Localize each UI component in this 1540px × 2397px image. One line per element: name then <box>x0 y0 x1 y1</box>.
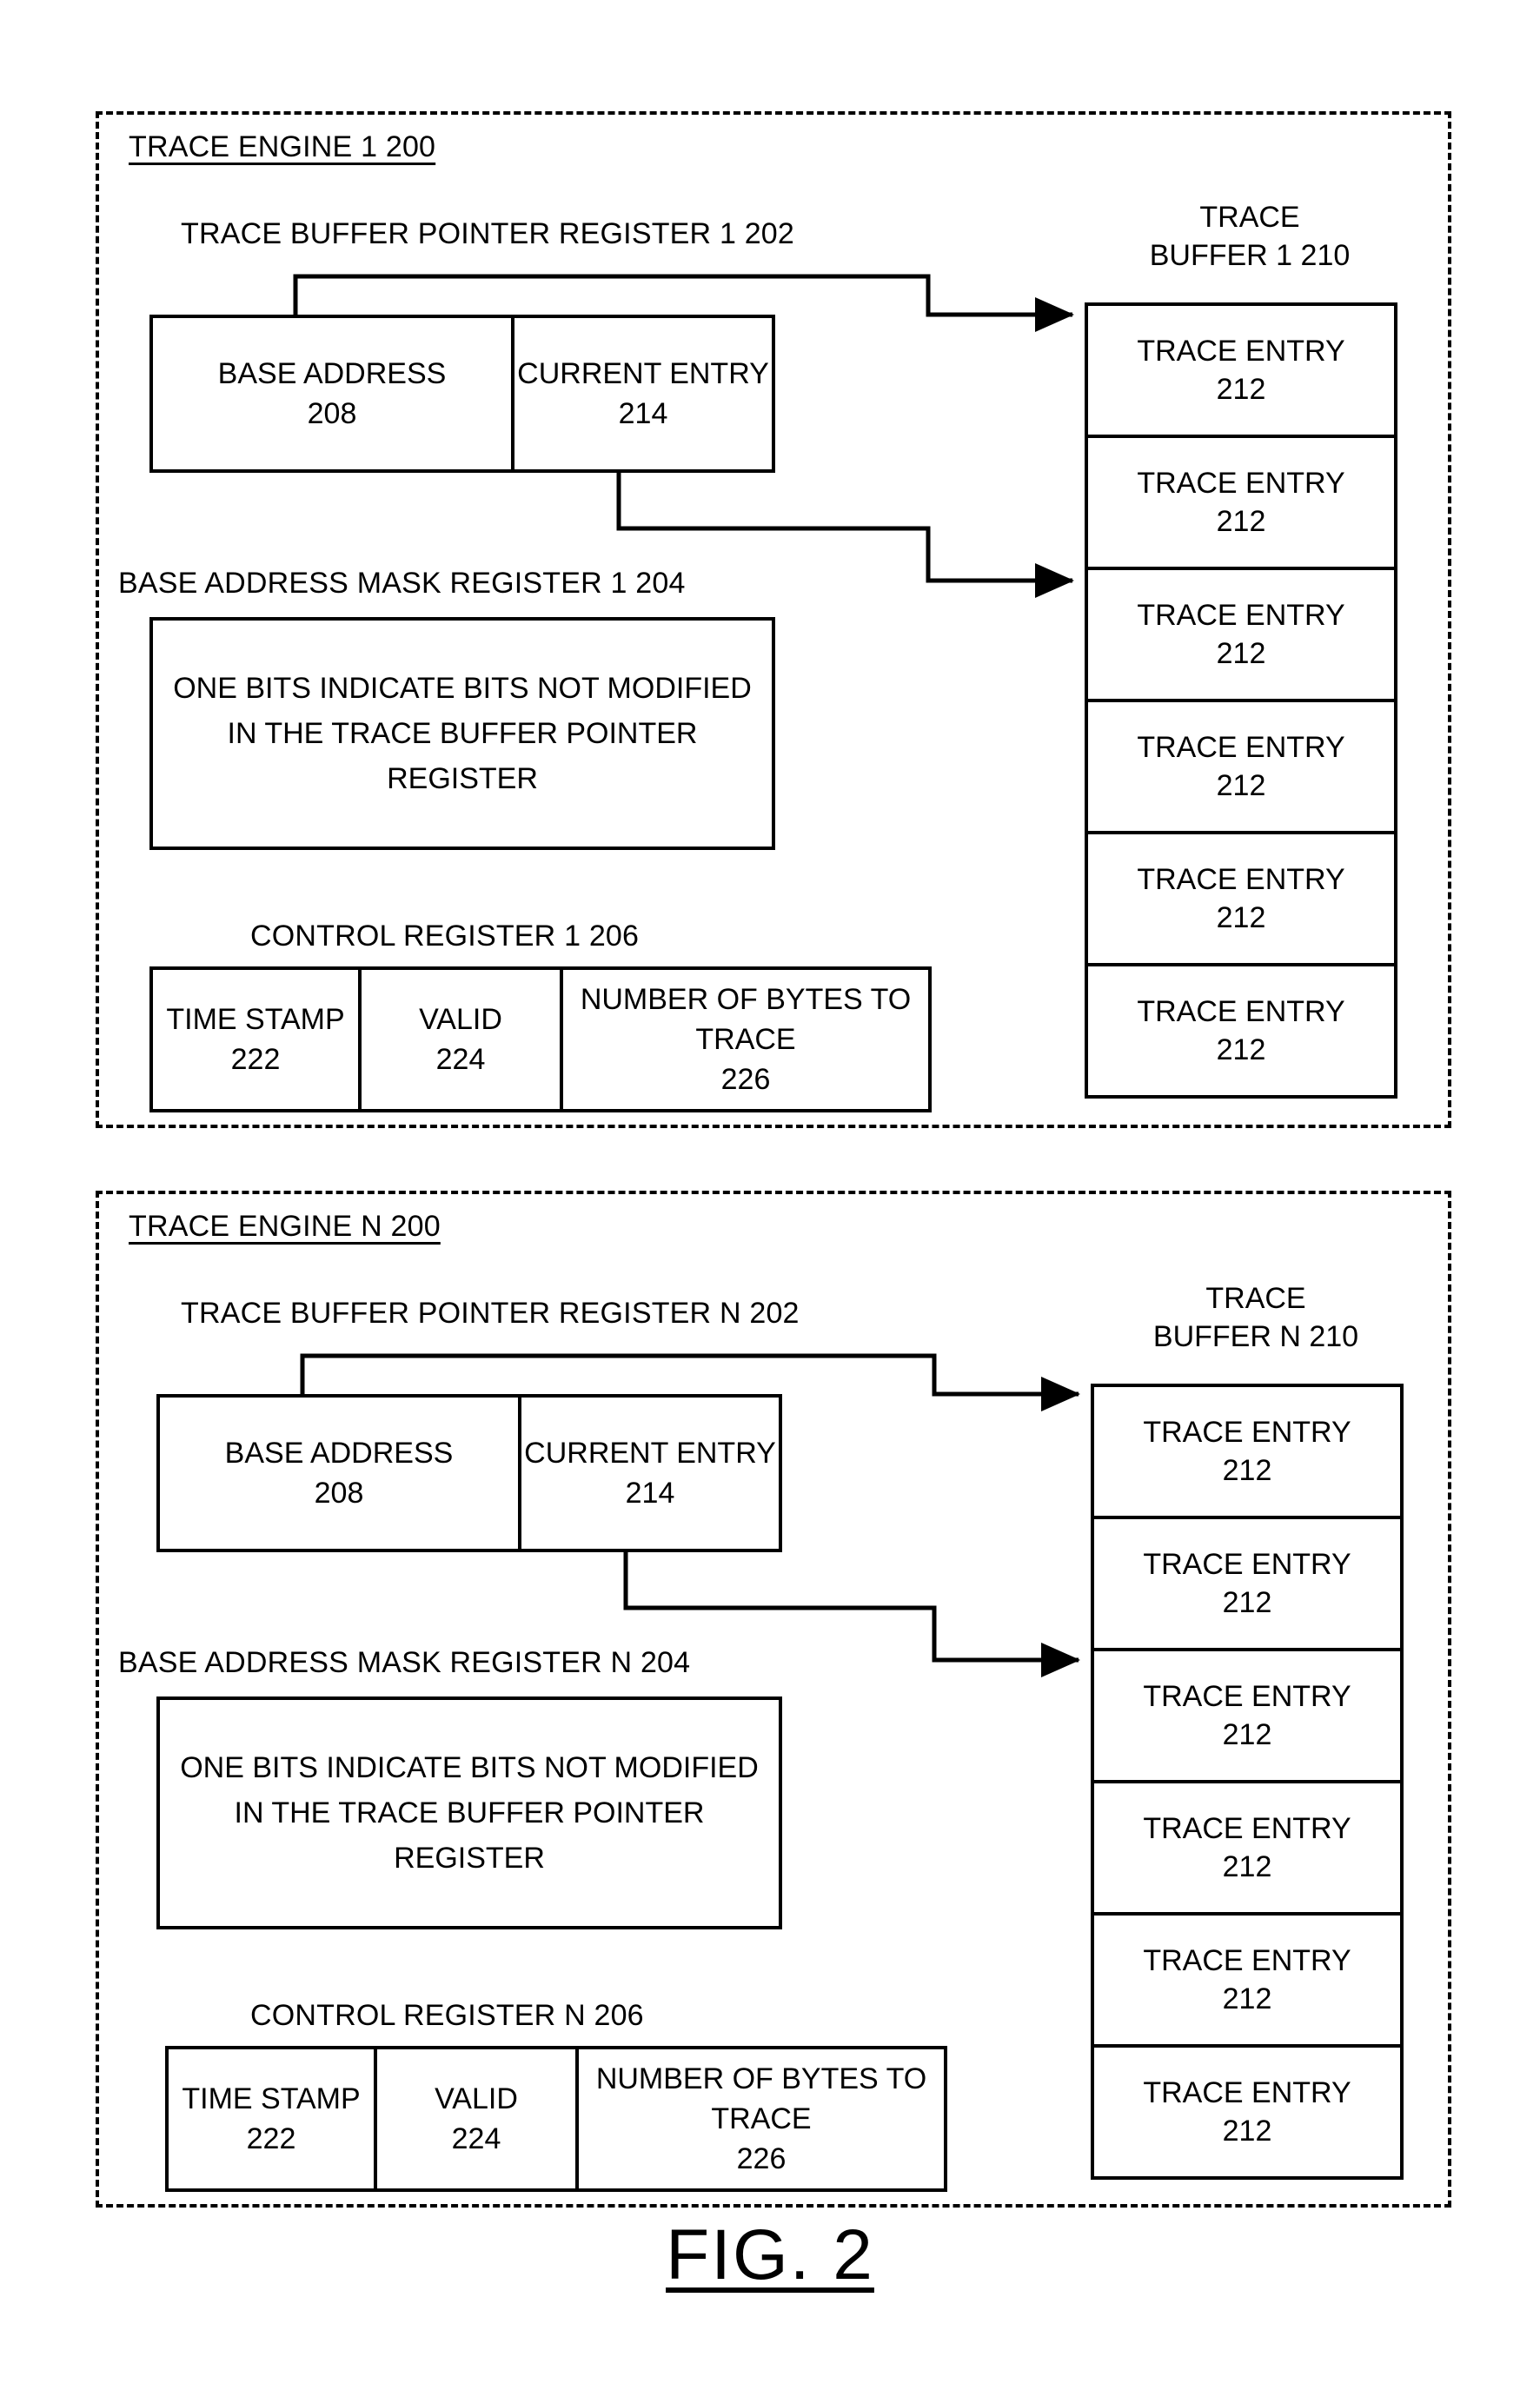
current-entry-field-1: CURRENT ENTRY 214 <box>511 318 772 469</box>
time-stamp-field-1-text: TIME STAMP 222 <box>166 1003 345 1076</box>
base-address-mask-register-n-caption: BASE ADDRESS MASK REGISTER N 204 <box>118 1646 691 1679</box>
base-address-mask-register-n-body: ONE BITS INDICATE BITS NOT MODIFIED IN T… <box>180 1751 759 1875</box>
trace-entry-text: TRACE ENTRY 212 <box>1137 993 1344 1069</box>
base-address-mask-register-1-box: ONE BITS INDICATE BITS NOT MODIFIED IN T… <box>149 617 775 850</box>
trace-entry-text: TRACE ENTRY 212 <box>1137 860 1344 937</box>
trace-entry-ref: 212 <box>1216 769 1266 802</box>
time-stamp-field-1: TIME STAMP 222 <box>153 970 358 1109</box>
trace-entry: TRACE ENTRY 212 <box>1091 1912 1404 2048</box>
trace-entry-text: TRACE ENTRY 212 <box>1143 1677 1351 1754</box>
trace-entry: TRACE ENTRY 212 <box>1091 1384 1404 1519</box>
trace-buffer-n-caption-line1: TRACE <box>1205 1282 1306 1315</box>
figure-caption: FIG. 2 <box>666 2215 874 2294</box>
time-stamp-field-n-text: TIME STAMP 222 <box>182 2082 361 2155</box>
trace-buffer-pointer-register-1-box: BASE ADDRESS 208 CURRENT ENTRY 214 <box>149 315 775 473</box>
valid-field-n-text: VALID 224 <box>435 2082 518 2155</box>
trace-entry-text: TRACE ENTRY 212 <box>1143 1942 1351 2018</box>
valid-field-1: VALID 224 <box>358 970 560 1109</box>
trace-entry-label: TRACE ENTRY <box>1137 335 1345 368</box>
trace-entry-ref: 212 <box>1222 1718 1272 1751</box>
valid-field-n: VALID 224 <box>374 2049 575 2188</box>
trace-buffer-n-stack: TRACE ENTRY 212 TRACE ENTRY 212 TRACE ENTRY 2… <box>1091 1384 1404 2180</box>
trace-entry-ref: 212 <box>1216 505 1266 538</box>
trace-entry-label: TRACE ENTRY <box>1143 1944 1351 1977</box>
control-register-n-box: TIME STAMP 222 VALID 224 NUMBER OF BYTES T… <box>165 2046 947 2192</box>
base-address-field-n-text: BASE ADDRESS 208 <box>224 1437 454 1510</box>
trace-entry-text: TRACE ENTRY 212 <box>1137 728 1344 805</box>
trace-buffer-1-caption-line1: TRACE <box>1199 201 1300 234</box>
trace-entry: TRACE ENTRY 212 <box>1091 2044 1404 2180</box>
trace-entry: TRACE ENTRY 212 <box>1091 1780 1404 1916</box>
trace-entry-ref: 212 <box>1222 2115 1272 2148</box>
trace-entry-label: TRACE ENTRY <box>1137 995 1345 1028</box>
trace-entry: TRACE ENTRY 212 <box>1085 302 1397 438</box>
trace-entry-ref: 212 <box>1216 901 1266 934</box>
trace-entry: TRACE ENTRY 212 <box>1091 1648 1404 1783</box>
trace-entry-text: TRACE ENTRY 212 <box>1137 596 1344 673</box>
trace-entry-label: TRACE ENTRY <box>1137 467 1345 500</box>
trace-entry-text: TRACE ENTRY 212 <box>1143 2074 1351 2150</box>
time-stamp-field-n: TIME STAMP 222 <box>169 2049 374 2188</box>
base-address-field-n: BASE ADDRESS 208 <box>160 1398 518 1549</box>
base-address-field-1-text: BASE ADDRESS 208 <box>217 357 447 430</box>
trace-entry-ref: 212 <box>1216 373 1266 406</box>
number-of-bytes-to-trace-field-1: NUMBER OF BYTES TO TRACE 226 <box>560 970 928 1109</box>
trace-entry-label: TRACE ENTRY <box>1143 1812 1351 1845</box>
number-of-bytes-to-trace-field-n-text: NUMBER OF BYTES TO TRACE 226 <box>595 2062 927 2175</box>
trace-entry-ref: 212 <box>1222 1850 1272 1883</box>
trace-entry-label: TRACE ENTRY <box>1143 1680 1351 1713</box>
control-register-1-caption: CONTROL REGISTER 1 206 <box>250 920 640 953</box>
number-of-bytes-to-trace-field-1-text: NUMBER OF BYTES TO TRACE 226 <box>580 983 912 1096</box>
trace-buffer-n-caption-line2: BUFFER N 210 <box>1152 1320 1359 1353</box>
trace-entry: TRACE ENTRY 212 <box>1085 435 1397 570</box>
trace-entry-text: TRACE ENTRY 212 <box>1143 1413 1351 1490</box>
base-address-mask-register-n-box: ONE BITS INDICATE BITS NOT MODIFIED IN T… <box>156 1696 782 1929</box>
trace-entry: TRACE ENTRY 212 <box>1085 567 1397 702</box>
trace-entry: TRACE ENTRY 212 <box>1091 1516 1404 1651</box>
trace-entry-ref: 212 <box>1216 637 1266 670</box>
trace-entry: TRACE ENTRY 212 <box>1085 963 1397 1099</box>
control-register-n-caption: CONTROL REGISTER N 206 <box>250 1999 644 2032</box>
trace-buffer-pointer-register-1-caption: TRACE BUFFER POINTER REGISTER 1 202 <box>181 217 795 250</box>
trace-entry-label: TRACE ENTRY <box>1143 1416 1351 1449</box>
trace-buffer-pointer-register-n-box: BASE ADDRESS 208 CURRENT ENTRY 214 <box>156 1394 782 1552</box>
trace-entry-label: TRACE ENTRY <box>1137 731 1345 764</box>
trace-entry-label: TRACE ENTRY <box>1137 863 1345 896</box>
base-address-mask-register-1-body: ONE BITS INDICATE BITS NOT MODIFIED IN T… <box>173 672 752 795</box>
trace-entry-label: TRACE ENTRY <box>1143 2076 1351 2109</box>
number-of-bytes-to-trace-field-n: NUMBER OF BYTES TO TRACE 226 <box>575 2049 944 2188</box>
current-entry-field-1-text: CURRENT ENTRY 214 <box>517 357 769 430</box>
base-address-mask-register-1-caption: BASE ADDRESS MASK REGISTER 1 204 <box>118 567 686 600</box>
trace-buffer-n-caption: TRACE BUFFER N 210 <box>1091 1279 1421 1356</box>
trace-buffer-1-stack: TRACE ENTRY 212 TRACE ENTRY 212 TRACE ENTRY 2… <box>1085 302 1397 1099</box>
trace-entry-text: TRACE ENTRY 212 <box>1143 1545 1351 1622</box>
trace-entry-text: TRACE ENTRY 212 <box>1137 332 1344 408</box>
current-entry-field-n-text: CURRENT ENTRY 214 <box>524 1437 776 1510</box>
trace-entry-ref: 212 <box>1216 1033 1266 1066</box>
trace-engine-n-title: TRACE ENGINE N 200 <box>129 1210 441 1243</box>
base-address-field-1: BASE ADDRESS 208 <box>153 318 511 469</box>
current-entry-field-n: CURRENT ENTRY 214 <box>518 1398 779 1549</box>
trace-buffer-1-caption: TRACE BUFFER 1 210 <box>1085 198 1415 275</box>
trace-engine-1-title: TRACE ENGINE 1 200 <box>129 130 436 163</box>
trace-entry-ref: 212 <box>1222 1586 1272 1619</box>
trace-entry-label: TRACE ENTRY <box>1143 1548 1351 1581</box>
trace-entry: TRACE ENTRY 212 <box>1085 699 1397 834</box>
trace-entry-text: TRACE ENTRY 212 <box>1143 1809 1351 1886</box>
trace-buffer-1-caption-line2: BUFFER 1 210 <box>1149 239 1351 272</box>
trace-buffer-pointer-register-n-caption: TRACE BUFFER POINTER REGISTER N 202 <box>181 1297 800 1330</box>
trace-entry-ref: 212 <box>1222 1982 1272 2015</box>
trace-entry-label: TRACE ENTRY <box>1137 599 1345 632</box>
valid-field-1-text: VALID 224 <box>419 1003 502 1076</box>
trace-entry: TRACE ENTRY 212 <box>1085 831 1397 966</box>
control-register-1-box: TIME STAMP 222 VALID 224 NUMBER OF BYTES T… <box>149 966 932 1112</box>
trace-entry-ref: 212 <box>1222 1454 1272 1487</box>
trace-entry-text: TRACE ENTRY 212 <box>1137 464 1344 541</box>
